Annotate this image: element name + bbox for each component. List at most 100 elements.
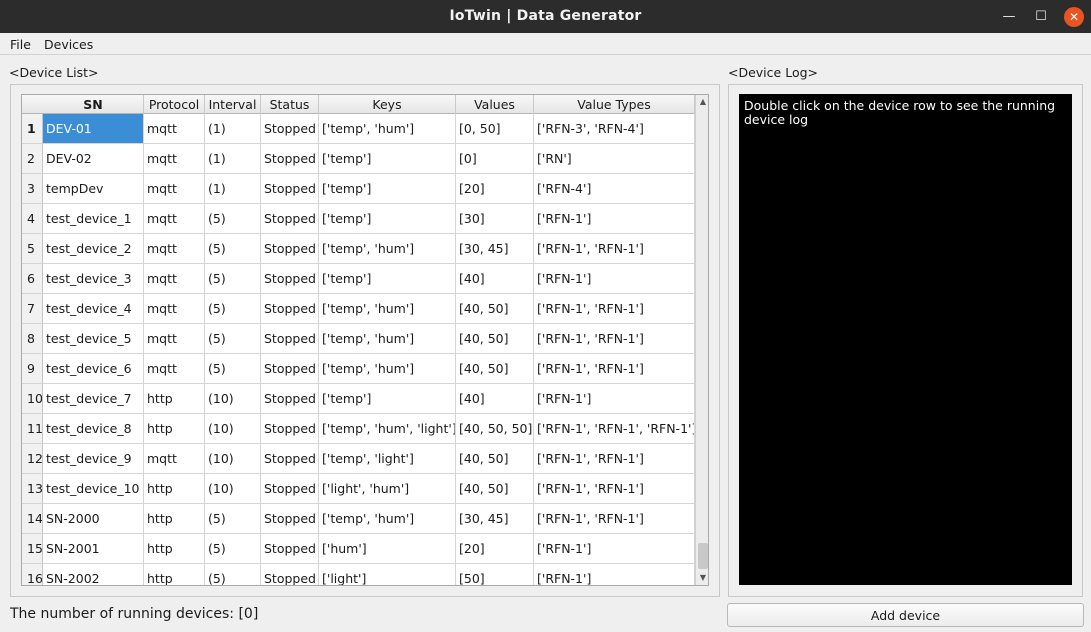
table-cell[interactable]: Stopped: [261, 144, 319, 174]
row-number[interactable]: 7: [22, 294, 43, 324]
table-row[interactable]: 16 SN-2002 http (5) Stopped ['light'] [50] ['RF…: [22, 564, 695, 585]
table-cell[interactable]: mqtt: [144, 294, 205, 324]
maximize-icon[interactable]: ☐: [1030, 6, 1052, 28]
table-cell[interactable]: [40]: [456, 384, 534, 414]
table-cell[interactable]: test_device_6: [43, 354, 144, 384]
table-row[interactable]: 3 tempDev mqtt (1) Stopped ['temp'] [20] ['RFN-…: [22, 174, 695, 204]
table-cell[interactable]: (5): [205, 234, 261, 264]
table-cell[interactable]: ['RFN-1', 'RFN-1']: [534, 354, 695, 384]
row-number[interactable]: 6: [22, 264, 43, 294]
add-device-button[interactable]: Add device: [727, 603, 1084, 627]
table-cell[interactable]: [30, 45]: [456, 504, 534, 534]
table-cell[interactable]: ['RFN-1']: [534, 534, 695, 564]
table-cell[interactable]: ['RFN-1']: [534, 564, 695, 585]
row-number[interactable]: 9: [22, 354, 43, 384]
row-number[interactable]: 11: [22, 414, 43, 444]
table-cell[interactable]: http: [144, 534, 205, 564]
table-cell[interactable]: test_device_10: [43, 474, 144, 504]
table-cell[interactable]: test_device_2: [43, 234, 144, 264]
column-header-value-types[interactable]: Value Types: [534, 95, 695, 114]
table-row[interactable]: 10 test_device_7 http (10) Stopped ['temp'] [4…: [22, 384, 695, 414]
table-row[interactable]: 7 test_device_4 mqtt (5) Stopped ['temp', 'hu…: [22, 294, 695, 324]
table-cell[interactable]: mqtt: [144, 324, 205, 354]
table-cell[interactable]: ['RFN-1', 'RFN-1']: [534, 294, 695, 324]
table-cell[interactable]: (1): [205, 114, 261, 144]
table-cell[interactable]: http: [144, 474, 205, 504]
table-cell[interactable]: [40, 50]: [456, 444, 534, 474]
table-row[interactable]: 13 test_device_10 http (10) Stopped ['light',…: [22, 474, 695, 504]
table-cell[interactable]: tempDev: [43, 174, 144, 204]
row-number[interactable]: 5: [22, 234, 43, 264]
table-cell[interactable]: Stopped: [261, 294, 319, 324]
table-cell[interactable]: ['RFN-3', 'RFN-4']: [534, 114, 695, 144]
table-cell[interactable]: ['RFN-1', 'RFN-1']: [534, 474, 695, 504]
table-cell[interactable]: (5): [205, 354, 261, 384]
table-cell[interactable]: [0]: [456, 144, 534, 174]
table-cell[interactable]: ['temp', 'hum']: [319, 504, 456, 534]
table-cell[interactable]: Stopped: [261, 384, 319, 414]
row-number[interactable]: 12: [22, 444, 43, 474]
table-row[interactable]: 8 test_device_5 mqtt (5) Stopped ['temp', 'hu…: [22, 324, 695, 354]
table-row[interactable]: 1 DEV-01 mqtt (1) Stopped ['temp', 'hum'] [0, …: [22, 114, 695, 144]
table-cell[interactable]: Stopped: [261, 414, 319, 444]
table-cell[interactable]: http: [144, 504, 205, 534]
table-cell[interactable]: ['temp', 'hum']: [319, 114, 456, 144]
table-cell[interactable]: test_device_1: [43, 204, 144, 234]
close-icon[interactable]: ✕: [1064, 7, 1084, 27]
table-cell[interactable]: (5): [205, 294, 261, 324]
table-cell[interactable]: SN-2001: [43, 534, 144, 564]
minimize-icon[interactable]: —: [998, 6, 1020, 28]
table-cell[interactable]: ['temp', 'hum']: [319, 294, 456, 324]
table-cell[interactable]: ['RFN-4']: [534, 174, 695, 204]
column-header-protocol[interactable]: Protocol: [144, 95, 205, 114]
table-cell[interactable]: http: [144, 564, 205, 585]
table-cell[interactable]: ['RFN-1', 'RFN-1']: [534, 444, 695, 474]
table-cell[interactable]: ['RFN-1']: [534, 264, 695, 294]
table-cell[interactable]: [0, 50]: [456, 114, 534, 144]
row-number[interactable]: 14: [22, 504, 43, 534]
table-row[interactable]: 9 test_device_6 mqtt (5) Stopped ['temp', 'hu…: [22, 354, 695, 384]
table-cell[interactable]: ['temp', 'hum']: [319, 354, 456, 384]
table-cell[interactable]: [40, 50]: [456, 354, 534, 384]
table-cell[interactable]: (5): [205, 204, 261, 234]
column-header-status[interactable]: Status: [261, 95, 319, 114]
table-row[interactable]: 11 test_device_8 http (10) Stopped ['temp', '…: [22, 414, 695, 444]
table-cell[interactable]: http: [144, 414, 205, 444]
table-cell[interactable]: (10): [205, 384, 261, 414]
scroll-thumb[interactable]: [698, 543, 708, 569]
table-cell[interactable]: Stopped: [261, 504, 319, 534]
table-cell[interactable]: test_device_9: [43, 444, 144, 474]
table-cell[interactable]: (10): [205, 444, 261, 474]
table-cell[interactable]: Stopped: [261, 564, 319, 585]
table-cell[interactable]: test_device_8: [43, 414, 144, 444]
table-cell[interactable]: (10): [205, 414, 261, 444]
row-number[interactable]: 4: [22, 204, 43, 234]
table-cell[interactable]: [20]: [456, 534, 534, 564]
table-cell[interactable]: (5): [205, 534, 261, 564]
table-cell[interactable]: mqtt: [144, 144, 205, 174]
table-cell[interactable]: test_device_4: [43, 294, 144, 324]
table-cell[interactable]: Stopped: [261, 204, 319, 234]
row-number[interactable]: 15: [22, 534, 43, 564]
table-cell[interactable]: DEV-01: [43, 114, 144, 144]
table-cell[interactable]: (1): [205, 144, 261, 174]
row-number[interactable]: 8: [22, 324, 43, 354]
table-cell[interactable]: ['temp', 'hum']: [319, 234, 456, 264]
table-cell[interactable]: [30]: [456, 204, 534, 234]
row-number[interactable]: 3: [22, 174, 43, 204]
table-cell[interactable]: (5): [205, 264, 261, 294]
table-cell[interactable]: ['temp']: [319, 174, 456, 204]
column-header-sn[interactable]: SN: [43, 95, 144, 114]
table-cell[interactable]: mqtt: [144, 354, 205, 384]
column-header-keys[interactable]: Keys: [319, 95, 456, 114]
scroll-down-icon[interactable]: ▼: [696, 571, 708, 585]
row-number[interactable]: 2: [22, 144, 43, 174]
table-cell[interactable]: mqtt: [144, 174, 205, 204]
row-number[interactable]: 1: [22, 114, 43, 144]
row-number[interactable]: 13: [22, 474, 43, 504]
table-cell[interactable]: test_device_5: [43, 324, 144, 354]
table-cell[interactable]: Stopped: [261, 114, 319, 144]
table-cell[interactable]: Stopped: [261, 264, 319, 294]
table-cell[interactable]: ['RFN-1', 'RFN-1']: [534, 324, 695, 354]
table-row[interactable]: 14 SN-2000 http (5) Stopped ['temp', 'hum'] [3…: [22, 504, 695, 534]
